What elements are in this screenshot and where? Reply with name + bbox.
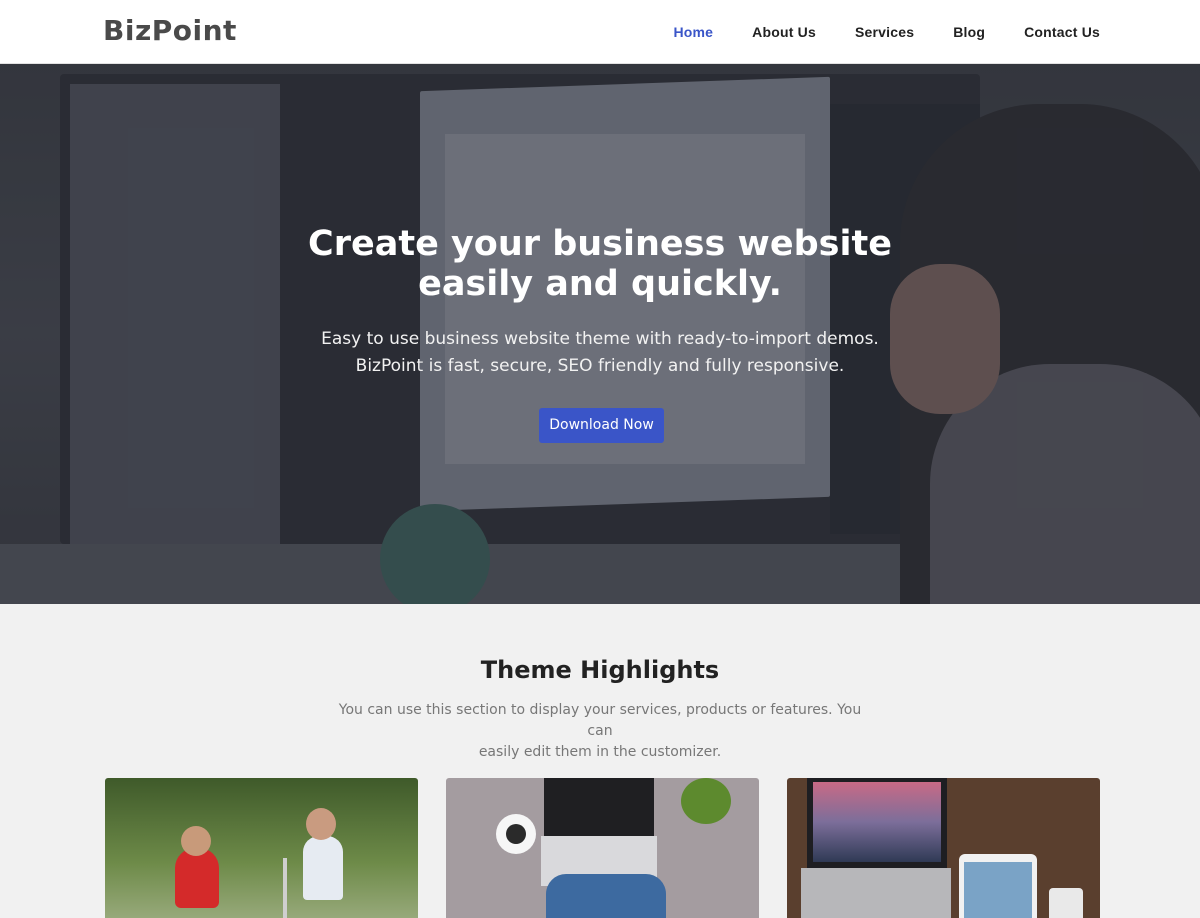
- section-title: Theme Highlights: [480, 656, 720, 684]
- section-description: You can use this section to display your…: [330, 700, 870, 763]
- nav-item-blog[interactable]: Blog: [953, 24, 985, 40]
- hero-title-line-1: Create your business website: [308, 224, 892, 264]
- hero-title: Create your business website easily and …: [250, 224, 950, 304]
- site-logo[interactable]: BizPoint: [103, 14, 237, 47]
- hero-subtitle-line-2: BizPoint is fast, secure, SEO friendly a…: [355, 356, 845, 376]
- nav-item-services[interactable]: Services: [855, 24, 914, 40]
- hero-content: Create your business website easily and …: [0, 64, 1200, 604]
- highlight-card-image-devices[interactable]: [787, 778, 1100, 918]
- section-description-line-1: You can use this section to display your…: [338, 702, 862, 739]
- nav-item-about-us[interactable]: About Us: [752, 24, 816, 40]
- hero-subtitle: Easy to use business website theme with …: [250, 326, 950, 380]
- main-nav: Home About Us Services Blog Contact Us: [634, 0, 1100, 64]
- hero-title-line-2: easily and quickly.: [418, 264, 782, 304]
- highlight-card-image-laptop[interactable]: [446, 778, 759, 918]
- nav-item-contact-us[interactable]: Contact Us: [1024, 24, 1100, 40]
- site-header: BizPoint Home About Us Services Blog Con…: [0, 0, 1200, 64]
- hero-subtitle-line-1: Easy to use business website theme with …: [321, 329, 879, 349]
- nav-item-home[interactable]: Home: [673, 24, 713, 40]
- theme-highlights-section: Theme Highlights You can use this sectio…: [0, 604, 1200, 918]
- hero-banner: Create your business website easily and …: [0, 64, 1200, 604]
- download-now-button[interactable]: Download Now: [539, 408, 664, 443]
- highlight-card-image-kids[interactable]: [105, 778, 418, 918]
- section-description-line-2: easily edit them in the customizer.: [478, 744, 722, 760]
